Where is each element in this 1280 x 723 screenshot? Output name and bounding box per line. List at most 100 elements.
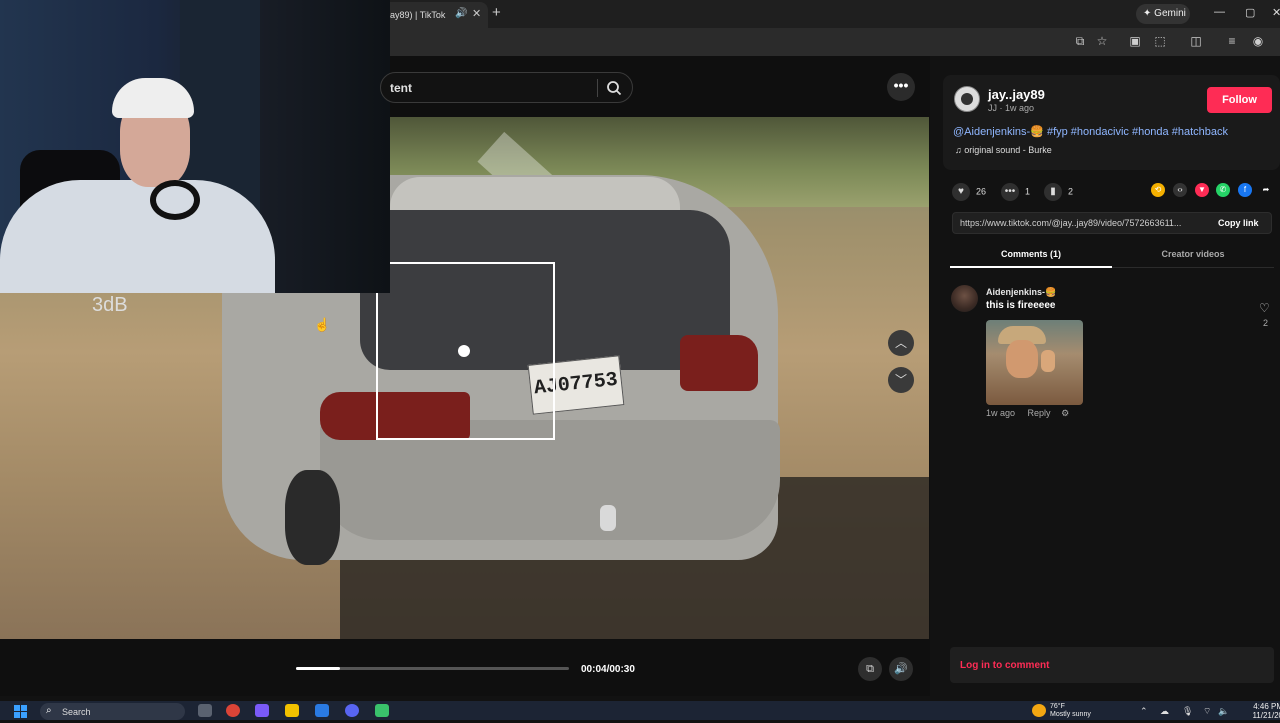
minimize-icon[interactable]: —: [1214, 6, 1225, 18]
car-taillight-right: [680, 335, 758, 391]
login-to-comment-link[interactable]: Log in to comment: [960, 660, 1049, 671]
chrome-icon[interactable]: [226, 704, 240, 717]
like-stat[interactable]: ♥ 26: [952, 183, 986, 201]
music-note-icon: ♫: [955, 145, 965, 155]
new-tab-button[interactable]: +: [492, 4, 501, 21]
wifi-icon[interactable]: ⌔: [1203, 706, 1211, 717]
network-app-icon[interactable]: ☁: [1160, 706, 1169, 717]
app-icon[interactable]: [375, 704, 389, 717]
bookmark-icon: ▮: [1044, 183, 1062, 201]
post-caption[interactable]: @Aidenjenkins-🍔 #fyp #hondacivic #honda …: [953, 125, 1228, 138]
commenter-username[interactable]: Aidenjenkins-🍔: [986, 287, 1056, 298]
comment-meta: 1w ago Reply ⚙: [986, 408, 1069, 419]
author-username[interactable]: jay..jay89: [988, 87, 1045, 102]
microphone-icon[interactable]: 🎙: [1182, 706, 1193, 717]
save-stat[interactable]: ▮ 2: [1044, 183, 1073, 201]
copy-link-button[interactable]: Copy link: [1218, 218, 1259, 228]
search-divider: [597, 79, 598, 97]
sound-label: original sound - Burke: [964, 145, 1052, 155]
follow-button[interactable]: Follow: [1207, 87, 1272, 113]
gemini-label: Gemini: [1154, 8, 1186, 19]
task-view-icon[interactable]: [198, 704, 212, 717]
weather-widget[interactable]: 76°F Mostly sunny: [1050, 703, 1091, 719]
clock-date: 11/21/20: [1252, 711, 1280, 720]
pip-button[interactable]: ⧉: [858, 657, 882, 681]
comment-time: 1w ago: [986, 408, 1016, 418]
clock-time: 4:46 PM: [1253, 702, 1280, 711]
search-icon[interactable]: [606, 80, 622, 96]
chevron-down-icon[interactable]: ﹀: [888, 367, 914, 393]
search-icon: ⌕: [46, 705, 52, 716]
comment-heart-icon[interactable]: ♡: [1259, 301, 1270, 315]
webcam-headphones: [150, 180, 200, 220]
taskbar-clock[interactable]: 4:46 PM 11/21/20: [1243, 702, 1280, 720]
volume-button[interactable]: 🔊: [889, 657, 913, 681]
save-count: 2: [1068, 186, 1074, 197]
tab-creator-videos[interactable]: Creator videos: [1112, 249, 1274, 259]
sound-row[interactable]: ♫ original sound - Burke: [955, 145, 1052, 155]
search-input[interactable]: [380, 72, 633, 103]
like-count: 26: [976, 186, 987, 197]
video-time: 00:04/00:30: [581, 664, 635, 675]
chevron-up-icon[interactable]: ⌃: [1140, 706, 1148, 717]
share-link-text[interactable]: https://www.tiktok.com/@jay..jay89/video…: [960, 218, 1204, 228]
audio-level-label: 3dB: [92, 294, 128, 316]
discord-icon[interactable]: [345, 704, 359, 717]
comment-gif: [986, 320, 1083, 405]
video-progress-bar[interactable]: [296, 667, 569, 670]
heart-icon: ♥: [952, 183, 970, 201]
copilot-icon[interactable]: [255, 704, 269, 717]
car-exhaust: [600, 505, 616, 531]
weather-icon[interactable]: [1032, 704, 1046, 717]
embed-icon[interactable]: ‹›: [1173, 183, 1187, 197]
reply-button[interactable]: Reply: [1028, 408, 1051, 418]
hand-cursor-icon: ☝: [314, 317, 331, 332]
share-arrow-icon[interactable]: ➦: [1259, 183, 1273, 197]
creator-liked-icon: ⚙: [1061, 408, 1070, 418]
repost-icon[interactable]: ⟲: [1151, 183, 1165, 197]
whatsapp-icon[interactable]: ✆: [1216, 183, 1230, 197]
comment-icon: •••: [1001, 183, 1019, 201]
profile-icon[interactable]: ◉: [1251, 34, 1265, 48]
comment-count: 1: [1025, 186, 1031, 197]
comment-like-count: 2: [1263, 318, 1269, 328]
browser-tab[interactable]: ay89) | TikTok 🔊 ✕: [380, 2, 488, 28]
search-text: tent: [390, 81, 412, 95]
weather-desc: Mostly sunny: [1050, 711, 1091, 718]
split-view-icon[interactable]: ◫: [1189, 34, 1203, 48]
more-options-button[interactable]: •••: [887, 73, 915, 101]
focus-dot: [458, 345, 470, 357]
video-progress-fill: [296, 667, 340, 670]
reading-icon[interactable]: ▣: [1128, 34, 1142, 48]
comment-stat[interactable]: ••• 1: [1001, 183, 1030, 201]
gif-head: [1006, 340, 1038, 378]
taskbar-search[interactable]: Search: [40, 703, 185, 720]
tab-title: ay89) | TikTok: [390, 10, 446, 20]
file-explorer-icon[interactable]: [285, 704, 299, 717]
tab-close-icon[interactable]: ✕: [472, 7, 481, 20]
store-icon[interactable]: [315, 704, 329, 717]
close-window-icon[interactable]: ✕: [1272, 6, 1280, 19]
chevron-up-icon[interactable]: ︿: [888, 330, 914, 356]
media-icon[interactable]: ≡: [1225, 34, 1239, 48]
restore-icon[interactable]: ▢: [1245, 6, 1255, 19]
windows-start-icon[interactable]: [14, 705, 28, 718]
thumbs-up-icon: [1041, 350, 1055, 372]
author-avatar[interactable]: [954, 86, 980, 112]
cast-icon[interactable]: ⧉: [1073, 34, 1087, 48]
extensions-icon[interactable]: ⬚: [1153, 34, 1167, 48]
commenter-avatar[interactable]: [951, 285, 978, 312]
weather-temp: 76°F: [1050, 703, 1065, 710]
active-tab-underline: [950, 266, 1112, 268]
speaker-icon[interactable]: 🔊: [455, 8, 467, 19]
author-subline: JJ · 1w ago: [988, 103, 1035, 113]
tab-comments[interactable]: Comments (1): [950, 249, 1112, 259]
gemini-button[interactable]: ✦ Gemini: [1136, 4, 1190, 24]
send-icon[interactable]: ▼: [1195, 183, 1209, 197]
car-tire: [285, 470, 340, 565]
webcam-overlay: [0, 0, 390, 293]
facebook-icon[interactable]: f: [1238, 183, 1252, 197]
comment-text: this is fireeeee: [986, 300, 1056, 311]
bookmark-star-icon[interactable]: ☆: [1095, 34, 1109, 48]
volume-icon[interactable]: 🔈: [1218, 706, 1229, 717]
